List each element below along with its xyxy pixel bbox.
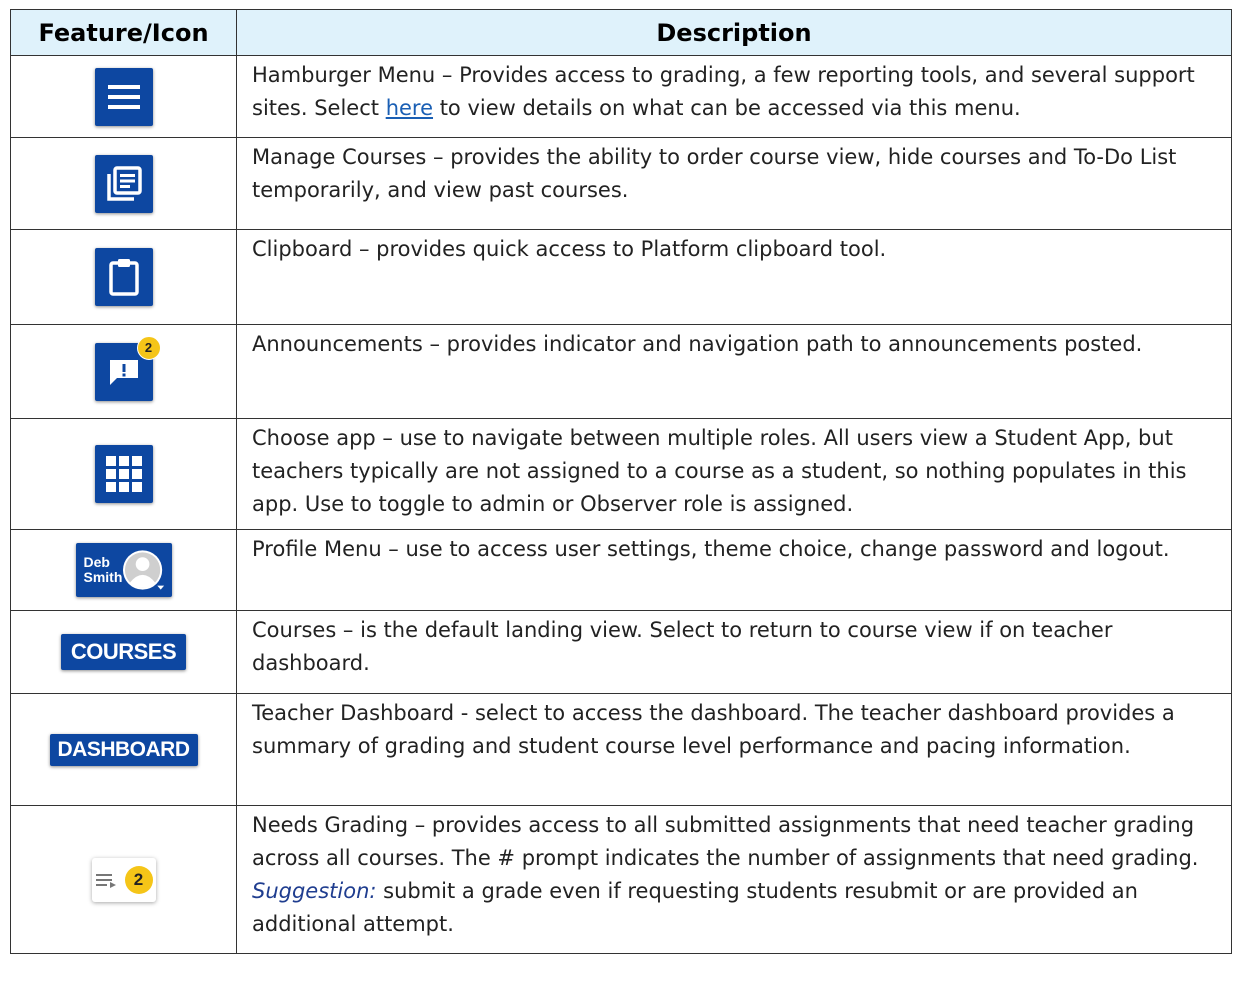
description-cell: Hamburger Menu – Provides access to grad…	[236, 55, 1232, 138]
table-row: 2 Needs Grading – provides access to all…	[10, 805, 1232, 954]
icon-cell	[10, 137, 237, 230]
clipboard-icon	[108, 259, 139, 296]
announcement-count-badge: 2	[136, 335, 161, 360]
manage-courses-button[interactable]	[94, 154, 153, 213]
icon-cell	[10, 55, 237, 138]
table-row: DASHBOARD Teacher Dashboard - select to …	[10, 693, 1232, 806]
feature-table-document: Feature/Icon Description Hamburger Menu …	[10, 9, 1232, 954]
announcements-button[interactable]: 2	[94, 335, 161, 401]
description-cell: Clipboard – provides quick access to Pla…	[236, 229, 1232, 325]
icon-cell: DASHBOARD	[10, 693, 237, 806]
description-cell: Needs Grading – provides access to all s…	[236, 805, 1232, 954]
description-cell: Courses – is the default landing view. S…	[236, 610, 1232, 694]
dashboard-button[interactable]: DASHBOARD	[49, 733, 198, 766]
needs-grading-button[interactable]: 2	[91, 857, 156, 902]
needs-grading-icon	[95, 873, 116, 888]
hamburger-menu-icon	[107, 84, 140, 109]
description-cell: Manage Courses – provides the ability to…	[236, 137, 1232, 230]
choose-app-button[interactable]	[94, 445, 153, 503]
hamburger-menu-button[interactable]	[94, 67, 153, 126]
needs-grading-description: Needs Grading – provides access to all s…	[252, 813, 1199, 870]
feature-icon-table: Feature/Icon Description Hamburger Menu …	[10, 9, 1232, 954]
clipboard-button[interactable]	[94, 248, 153, 306]
description-cell: Teacher Dashboard - select to access the…	[236, 693, 1232, 806]
profile-name: Deb Smith	[84, 555, 123, 585]
needs-grading-description-end: submit a grade even if requesting studen…	[252, 879, 1138, 936]
icon-cell: 2	[10, 324, 237, 419]
profile-last-name: Smith	[83, 569, 123, 585]
avatar-icon	[123, 550, 165, 590]
icon-cell: 2	[10, 805, 237, 954]
courses-button[interactable]: COURSES	[60, 634, 187, 670]
table-row: 2 Announcements – provides indicator and…	[10, 324, 1232, 419]
description-cell: Choose app – use to navigate between mul…	[236, 418, 1232, 530]
grading-count-badge: 2	[124, 865, 153, 894]
table-row: Manage Courses – provides the ability to…	[10, 137, 1232, 230]
manage-courses-icon	[106, 165, 142, 201]
icon-cell	[10, 418, 237, 530]
table-row: Deb Smith Profile Menu – use to access u…	[10, 529, 1232, 611]
announcements-icon	[109, 359, 138, 385]
description-cell: Announcements – provides indicator and n…	[236, 324, 1232, 419]
table-header-row: Feature/Icon Description	[10, 9, 1232, 56]
chevron-down-icon	[157, 585, 165, 590]
icon-cell	[10, 229, 237, 325]
icon-cell: Deb Smith	[10, 529, 237, 611]
table-row: Choose app – use to navigate between mul…	[10, 418, 1232, 530]
app-grid-icon	[105, 456, 142, 492]
profile-menu-button[interactable]: Deb Smith	[75, 543, 172, 597]
table-row: Clipboard – provides quick access to Pla…	[10, 229, 1232, 325]
table-row: Hamburger Menu – Provides access to grad…	[10, 55, 1232, 138]
suggestion-label: Suggestion:	[252, 879, 377, 903]
icon-cell: COURSES	[10, 610, 237, 694]
hamburger-description-end: to view details on what can be accessed …	[433, 96, 1021, 120]
header-description: Description	[236, 9, 1232, 56]
table-row: COURSES Courses – is the default landing…	[10, 610, 1232, 694]
profile-first-name: Deb	[83, 554, 110, 570]
header-feature-icon: Feature/Icon	[10, 9, 237, 56]
description-cell: Profile Menu – use to access user settin…	[236, 529, 1232, 611]
here-link[interactable]: here	[386, 96, 433, 120]
